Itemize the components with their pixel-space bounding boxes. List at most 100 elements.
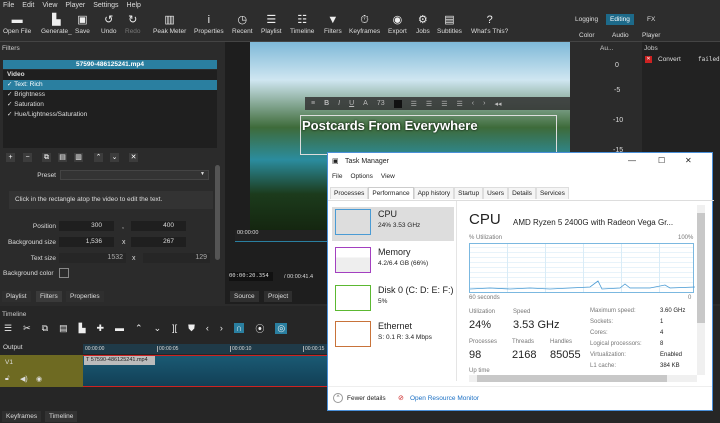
redo-icon[interactable]: › [483,100,485,107]
font-size-input[interactable]: 73 [377,100,385,107]
open-file-button[interactable]: ▬ Open File [3,13,31,35]
resource-disk[interactable]: Disk 0 (C: D: E: F:) 5% [332,283,454,317]
menu-view[interactable]: View [42,2,57,9]
menu-options[interactable]: Options [350,173,372,180]
bgsize-h-input[interactable]: 267 [131,237,186,247]
jobs-button[interactable]: ⚙ Jobs [416,13,430,35]
copy-icon[interactable]: ⧉ [42,323,48,334]
menu-view[interactable]: View [381,173,395,180]
filter-item[interactable]: ✓ Saturation [3,100,217,110]
delete-filter-button[interactable]: ▥ [74,153,83,162]
tab-filters[interactable]: Filters [36,291,62,302]
add-filter-button[interactable]: + [6,153,15,162]
marker-icon[interactable]: ⛊ [188,323,195,334]
font-icon[interactable]: A [363,100,368,107]
filter-item[interactable]: ✓ Brightness [3,90,217,100]
align-right-icon[interactable]: ☰ [441,100,447,108]
snap-icon[interactable]: ∩ [233,323,245,333]
paste-icon[interactable]: ▤ [59,323,68,334]
keyframes-button[interactable]: ⏱ Keyframes [349,13,380,35]
undo-icon[interactable]: ‹ [472,100,474,107]
cut-icon[interactable]: ✂ [23,323,31,334]
tab-playlist[interactable]: Playlist [2,291,31,302]
prev-icon[interactable]: ‹ [206,323,209,333]
minimize-button[interactable]: — [628,156,636,165]
track-v1[interactable]: T 57590-486125241.mp4 [83,355,328,387]
tab-performance[interactable]: Performance [368,187,414,199]
bold-icon[interactable]: B [324,100,329,107]
resource-cpu[interactable]: CPU 24% 3.53 GHz [332,207,454,241]
collapse-icon[interactable]: ◂◂ [494,100,501,108]
bgsize-w-input[interactable]: 1,536 [59,237,114,247]
tab-users[interactable]: Users [483,187,509,199]
menu-settings[interactable]: Settings [93,2,118,9]
remove-filter-button[interactable]: − [23,153,32,162]
menu-file[interactable]: File [3,2,14,9]
tab-services[interactable]: Services [535,187,569,199]
scrub-icon[interactable]: ⦿ [255,322,264,335]
filter-item[interactable]: ✓ Text: Rich [3,80,217,90]
filters-scrollbar[interactable] [215,165,220,260]
menu-edit[interactable]: Edit [22,2,34,9]
tab-timeline[interactable]: Timeline [45,411,78,422]
move-up-button[interactable]: ⌃ [94,153,103,162]
lift-icon[interactable]: ⌃ [135,323,143,334]
subtitles-button[interactable]: ▤ Subtitles [437,13,462,35]
menu-icon[interactable]: ☰ [4,323,12,334]
workspace-player[interactable]: Player [638,30,664,41]
chevron-up-icon[interactable]: ^ [333,393,343,403]
tab-startup[interactable]: Startup [454,187,484,199]
ripple-icon[interactable]: ◎ [275,322,288,334]
undo-button[interactable]: ↺ Undo [101,13,117,35]
resource-memory[interactable]: Memory 4.2/6.4 GB (66%) [332,245,454,279]
open-resource-monitor-link[interactable]: Open Resource Monitor [410,395,479,402]
add-icon[interactable]: ✚ [97,323,105,334]
track-header-v1[interactable]: V1 🔓︎ ◀) ◉ [0,355,83,387]
recent-button[interactable]: ◷ Recent [232,13,253,35]
justify-icon[interactable]: ☰ [456,100,462,108]
remove-icon[interactable]: ▬ [115,323,124,333]
resource-ethernet[interactable]: Ethernet S: 0.1 R: 3.4 Mbps [332,319,454,353]
preset-dropdown[interactable]: ▼ [60,170,209,180]
timeline-button[interactable]: ☷ Timeline [290,13,314,35]
tab-app-history[interactable]: App history [413,187,455,199]
properties-button[interactable]: i Properties [194,13,224,35]
horizontal-scrollbar[interactable] [469,375,697,382]
split-icon[interactable]: ][ [172,323,177,333]
menu-icon[interactable]: ≡ [311,100,315,107]
player-ruler[interactable]: 00:00:00 [235,230,327,242]
align-center-icon[interactable]: ☰ [426,100,432,108]
position-x-input[interactable]: 300 [59,221,114,231]
overwrite-icon[interactable]: ⌄ [154,323,162,334]
export-button[interactable]: ◉ Export [388,13,407,35]
tab-processes[interactable]: Processes [330,187,369,199]
vertical-scrollbar[interactable] [697,205,705,375]
generate-button[interactable]: ▙ Generate_ [41,13,72,35]
tab-keyframes[interactable]: Keyframes [2,411,42,422]
filter-list[interactable]: Video ✓ Text: Rich ✓ Brightness ✓ Satura… [3,70,217,148]
workspace-editing[interactable]: Editing [606,14,634,25]
filters-button[interactable]: ▼ Filters [324,13,342,35]
tab-properties[interactable]: Properties [66,291,104,302]
workspace-fx[interactable]: FX [643,14,659,25]
color-swatch[interactable] [393,99,402,108]
italic-icon[interactable]: I [338,100,340,107]
next-icon[interactable]: › [220,323,223,333]
fewer-details-link[interactable]: Fewer details [347,395,386,402]
timeline-clip[interactable]: T 57590-486125241.mp4 [84,356,155,365]
position-y-input[interactable]: 400 [131,221,186,231]
menu-player[interactable]: Player [65,2,85,9]
copy-filter-button[interactable]: ⧉ [42,153,51,162]
eye-icon[interactable]: ◉ [36,375,42,383]
append-icon[interactable]: ▙ [79,323,86,334]
menu-help[interactable]: Help [127,2,141,9]
peak-meter-button[interactable]: ▥ Peak Meter [153,13,186,35]
bgcolor-swatch[interactable] [59,268,69,278]
maximize-button[interactable]: ☐ [658,156,665,165]
tab-source[interactable]: Source [230,291,259,302]
menu-file[interactable]: File [332,173,342,180]
timecode-input[interactable]: 00:00:20.354 [229,272,273,281]
job-row[interactable]: ✕ Convert failed [642,55,720,65]
close-button[interactable]: ✕ [685,156,692,165]
paste-filter-button[interactable]: ▤ [58,153,67,162]
